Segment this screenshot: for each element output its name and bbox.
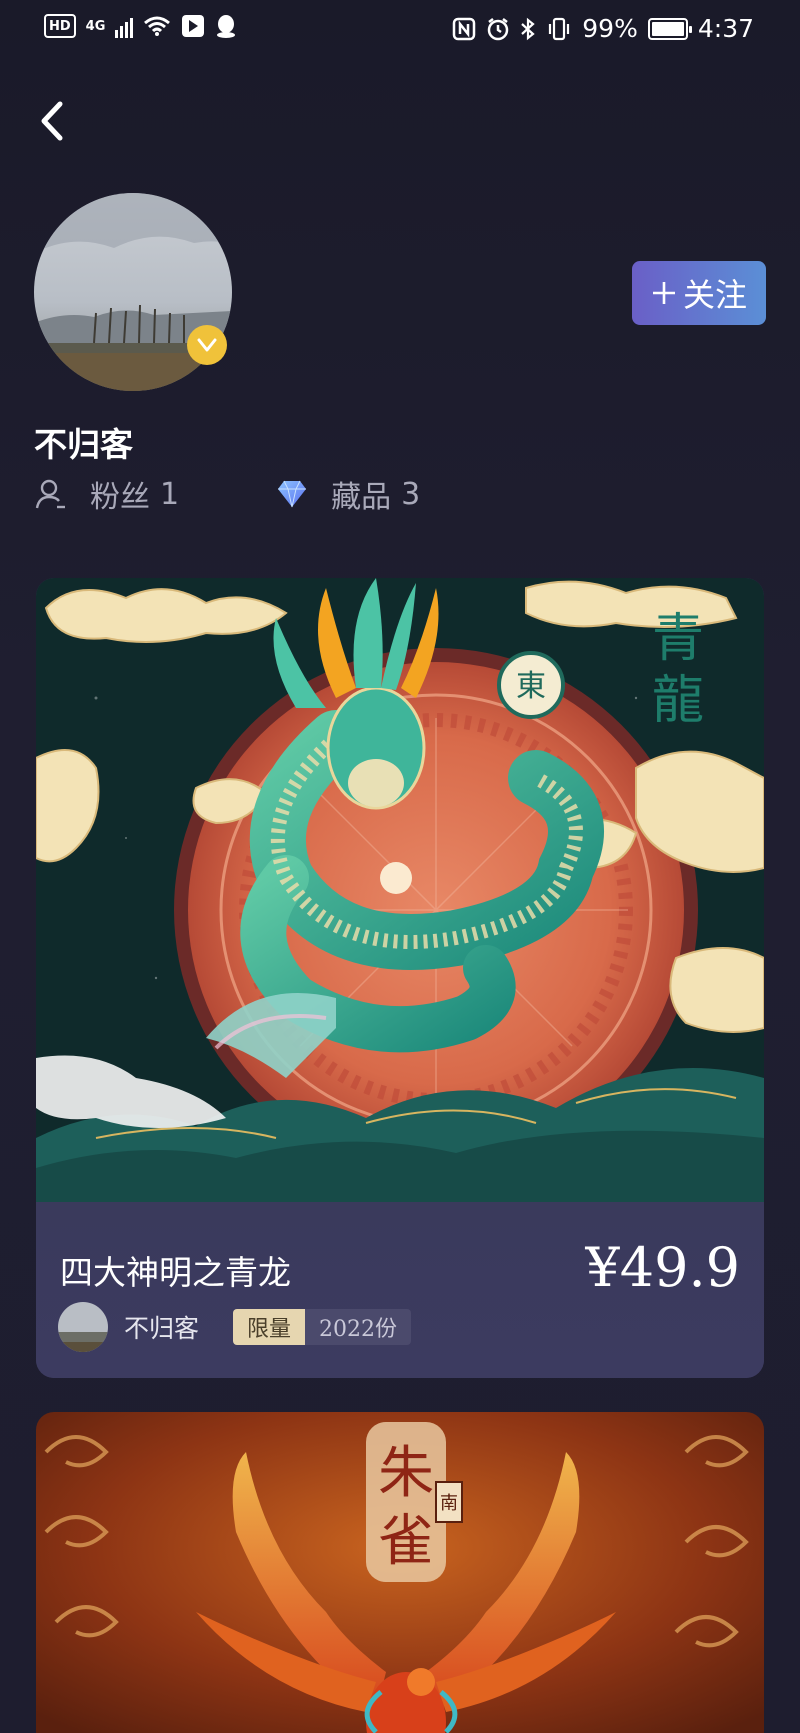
limited-label: 限量 [233, 1309, 306, 1345]
vibrate-icon [549, 17, 570, 40]
nft-artwork-phoenix: 朱 雀 南 [36, 1412, 764, 1733]
fans-count: 1 [160, 476, 180, 512]
nft-card[interactable]: 東 青 龍 四大神明之青龙 ¥49.9 不归客 限量 2022份 [36, 578, 764, 1378]
v-check-icon [197, 338, 217, 352]
qq-icon [217, 15, 236, 38]
art-title-char-1: 朱 [378, 1441, 434, 1506]
username: 不归客 [34, 425, 133, 464]
follow-label: 关注 [682, 276, 747, 314]
collections-stat[interactable]: 藏品 3 [275, 472, 420, 516]
nfc-icon [453, 17, 476, 40]
network-type: 4G [85, 18, 106, 34]
status-bar: HD 4G 99% 4:37 [0, 0, 800, 56]
alarm-icon [488, 17, 509, 40]
signal-icon [115, 14, 134, 38]
creator-avatar [58, 1302, 108, 1352]
battery-percent: 99% [582, 14, 638, 43]
nft-card[interactable]: 朱 雀 南 [36, 1412, 764, 1733]
clock: 4:37 [697, 14, 754, 43]
collections-count: 3 [401, 476, 421, 512]
art-title-char-2: 龍 [652, 671, 704, 731]
limited-tag: 限量 2022份 [233, 1309, 412, 1345]
art-title-char-1: 青 [652, 609, 704, 669]
limited-count: 2022份 [305, 1309, 412, 1345]
profile-page: HD 4G 99% 4:37 关注 不归客 粉丝 1 藏品 3 東 青 龍 四大… [0, 0, 800, 1733]
art-title-char-2: 雀 [378, 1509, 434, 1574]
nft-artwork-dragon: 東 青 龍 [36, 578, 764, 1202]
profile-stats: 粉丝 1 藏品 3 [34, 472, 420, 516]
art-seal-text: 南 [440, 1493, 458, 1514]
follow-button[interactable]: 关注 [632, 261, 766, 325]
nft-creator: 不归客 限量 2022份 [58, 1302, 412, 1352]
chevron-left-icon [41, 101, 63, 141]
fans-stat[interactable]: 粉丝 1 [34, 472, 179, 516]
verified-badge [187, 325, 227, 365]
nft-title: 四大神明之青龙 [60, 1253, 291, 1292]
back-button[interactable] [34, 96, 74, 146]
plus-icon [652, 282, 675, 304]
wifi-icon [144, 16, 171, 36]
fans-label: 粉丝 [90, 480, 150, 515]
creator-name: 不归客 [124, 1314, 200, 1343]
bluetooth-icon [521, 17, 535, 40]
diamond-icon [278, 480, 307, 508]
hd-indicator: HD [44, 14, 76, 38]
art-seal-text: 東 [516, 669, 546, 704]
user-icon [35, 479, 65, 509]
nft-info: 四大神明之青龙 ¥49.9 不归客 限量 2022份 [36, 1202, 764, 1378]
battery-icon [647, 17, 692, 40]
app-notification-icon [182, 15, 205, 37]
nft-price: ¥49.9 [585, 1236, 740, 1299]
collections-label: 藏品 [331, 480, 392, 515]
